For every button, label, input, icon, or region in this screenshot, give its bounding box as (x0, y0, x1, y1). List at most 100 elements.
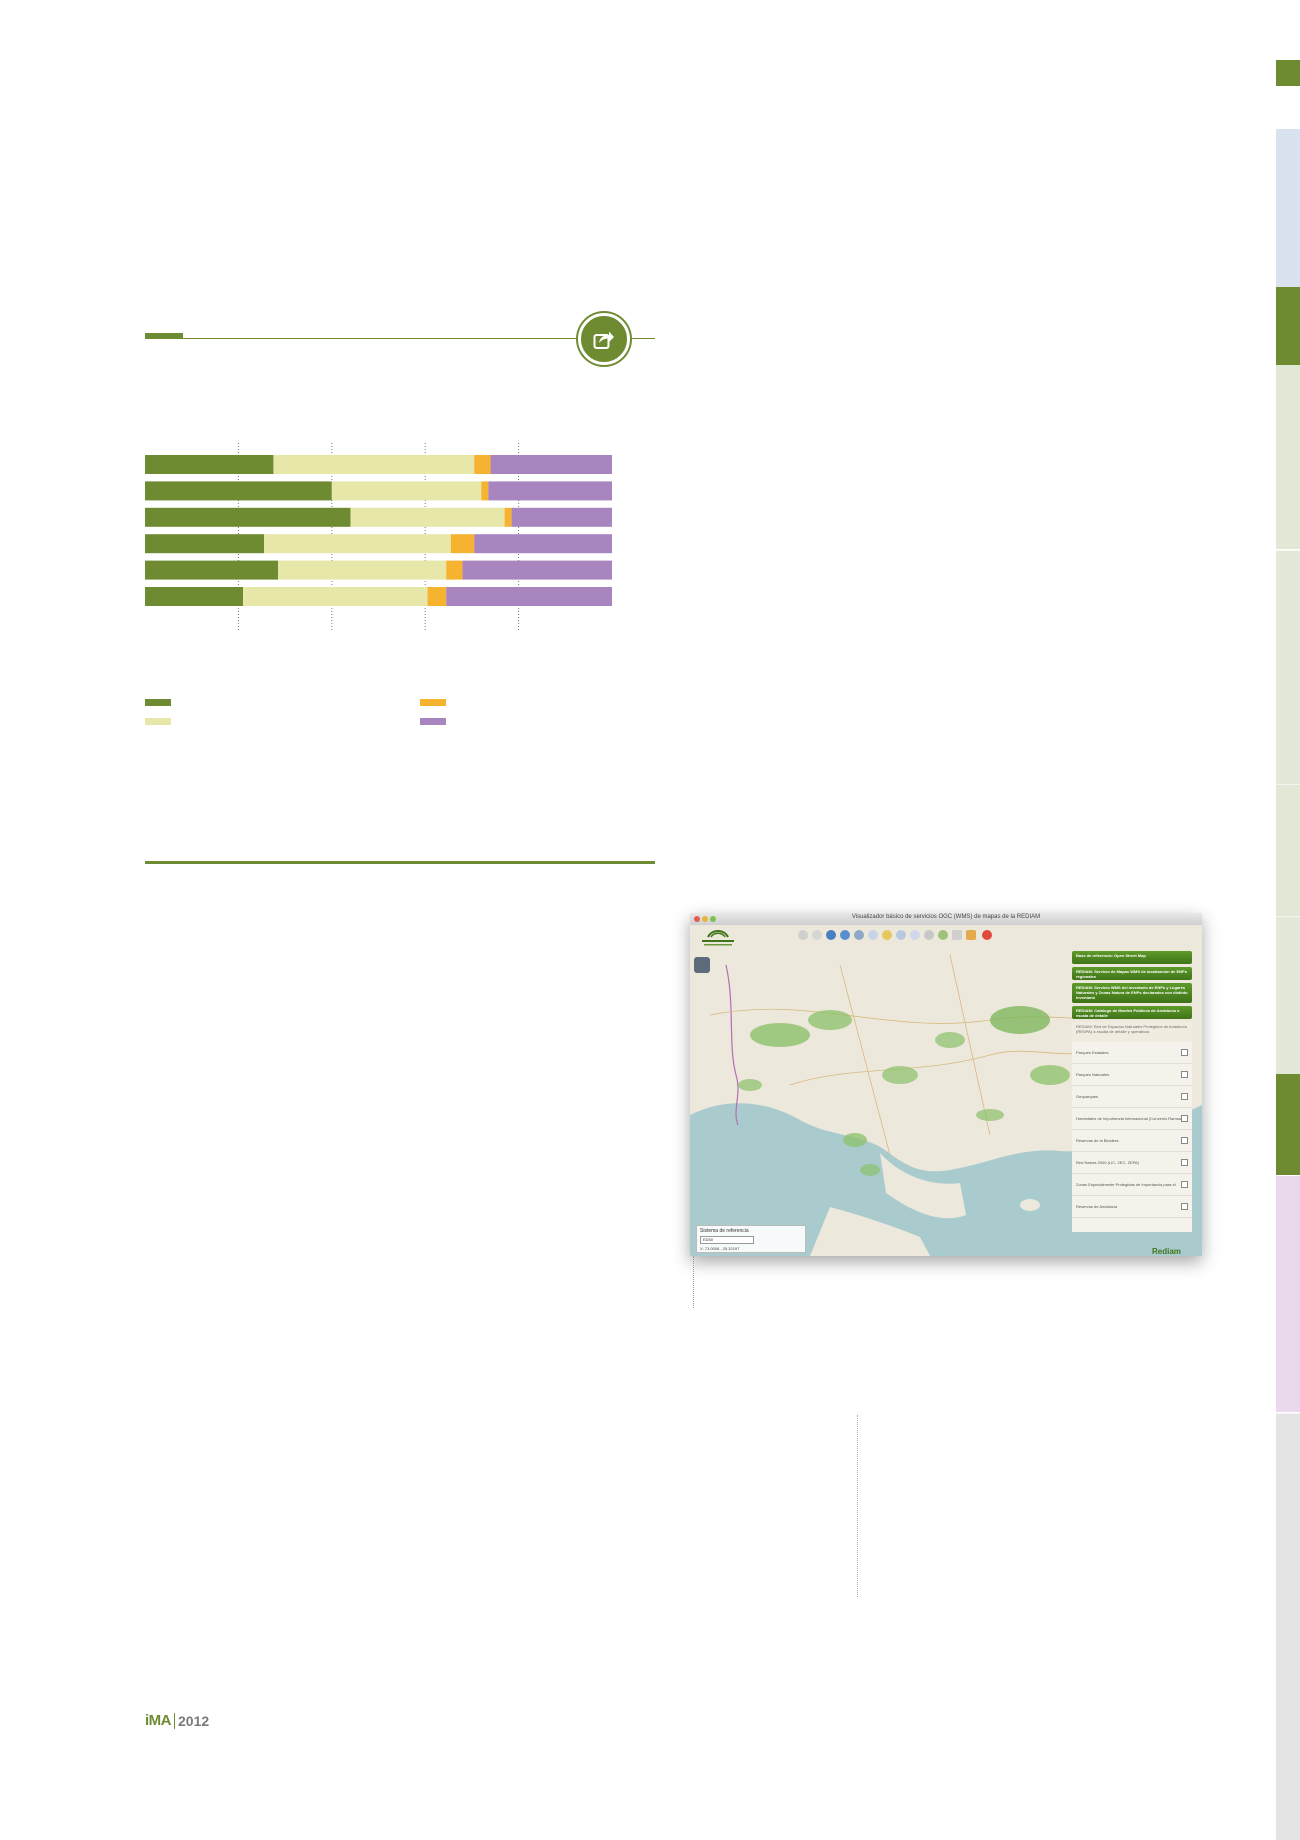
legend-item-1 (145, 699, 179, 706)
footer-ima: iMA (145, 1712, 172, 1729)
bar-row-1-segment-3 (474, 455, 491, 474)
window-title: Visualizador básico de servicios OGC (WM… (851, 914, 1041, 920)
layer-header-2[interactable]: REDIAM: Servicio de Mapas WMS de localiz… (1072, 967, 1192, 980)
index-tab-grey[interactable] (1276, 1413, 1300, 1840)
target-icon[interactable] (896, 930, 906, 940)
rediam-logo: Rediam (1152, 1247, 1181, 1256)
map-viewer-screenshot: Visualizador básico de servicios OGC (WM… (690, 913, 1202, 1256)
reference-select[interactable]: ED50 (700, 1236, 754, 1244)
reference-label: Sistema de referencia (700, 1228, 749, 1234)
bar-row-5-segment-1 (145, 560, 279, 580)
bar-row-1-segment-2 (273, 455, 475, 474)
footer-separator (174, 1712, 175, 1729)
bar-row-4-segment-1 (145, 534, 265, 554)
bar-row-1-segment-4 (490, 455, 612, 474)
layer-item[interactable]: Parques Naturales (1072, 1064, 1192, 1086)
bar-row-2-segment-3 (481, 481, 489, 501)
legend-swatch-2 (145, 718, 171, 725)
bar-row-3-segment-1 (145, 507, 351, 527)
layer-panel: Base de referencia: Open Street Map REDI… (1072, 951, 1192, 1232)
bar-row-3-segment-4 (511, 507, 612, 527)
layer-item[interactable]: Humedales de Importancia Internacional (… (1072, 1108, 1192, 1130)
share-button[interactable] (578, 313, 630, 365)
zoom-in-icon[interactable] (812, 930, 822, 940)
bar-row-6-segment-1 (145, 587, 244, 606)
layer-checkbox[interactable] (1181, 1181, 1188, 1188)
layer-item[interactable]: Zonas Especialmente Protegidas de Import… (1072, 1174, 1192, 1196)
layer-item[interactable]: Reservas de Andalucía (1072, 1196, 1192, 1218)
map-area[interactable]: Base de referencia: Open Street Map REDI… (690, 925, 1202, 1256)
bar-row-2-segment-4 (488, 481, 612, 501)
index-tab-sage-1[interactable] (1276, 365, 1300, 549)
layer-item[interactable]: Geoparques (1072, 1086, 1192, 1108)
share-arrow-icon (593, 331, 614, 349)
bar-row-5-segment-3 (446, 560, 463, 580)
close-map-icon[interactable] (982, 930, 992, 940)
bar-row-2-segment-2 (331, 481, 482, 501)
info-icon[interactable] (868, 930, 878, 940)
layer-checkbox[interactable] (1181, 1159, 1188, 1166)
ruler-icon[interactable] (882, 930, 892, 940)
legend-item-3 (420, 699, 454, 706)
bar-row-1-segment-1 (145, 455, 274, 474)
layer-checkbox[interactable] (1181, 1203, 1188, 1210)
bar-row-4-segment-4 (474, 534, 612, 554)
navigate-icon[interactable] (826, 930, 836, 940)
pan-icon[interactable] (798, 930, 808, 940)
layer-item[interactable]: Parques Estatales (1072, 1042, 1192, 1064)
layer-checkbox[interactable] (1181, 1049, 1188, 1056)
index-tab-sage-4[interactable] (1276, 916, 1300, 1074)
legend-swatch-3 (420, 699, 446, 706)
chart-header-marker (145, 333, 183, 339)
layer-checkbox[interactable] (1181, 1137, 1188, 1144)
bar-row-2-segment-1 (145, 481, 332, 501)
map-nav-icon[interactable] (694, 957, 710, 973)
legend-item-2 (145, 718, 179, 725)
layer-list: Parques Estatales Parques Naturales Geop… (1072, 1042, 1192, 1232)
index-tab-lilac[interactable] (1276, 1176, 1300, 1412)
bar-row-4-segment-3 (450, 534, 475, 554)
layer-item[interactable]: Reservas de la Biosfera (1072, 1130, 1192, 1152)
bar-row-3-segment-2 (350, 507, 505, 527)
bar-row-3-segment-3 (504, 507, 512, 527)
index-tab-green-active[interactable] (1276, 287, 1300, 365)
clock-icon[interactable] (924, 930, 934, 940)
footer-logo: iMA 2012 (145, 1712, 209, 1729)
legend-swatch-1 (145, 699, 171, 706)
caption-rule (693, 1256, 695, 1308)
bar-row-6-segment-2 (243, 587, 428, 606)
column-rule (857, 1415, 859, 1597)
coordinates-readout: X: 73.0006 , 25.32197 (700, 1246, 740, 1251)
bar-row-5-segment-2 (278, 560, 447, 580)
legend-swatch-4 (420, 718, 446, 725)
layer-item[interactable]: Red Natura 2000 (LIC, ZEC, ZEPA) (1072, 1152, 1192, 1174)
bar-row-6-segment-3 (427, 587, 447, 606)
layer-checkbox[interactable] (1181, 1115, 1188, 1122)
layer-subheader: REDIAM: Red de Espacios Naturales Proteg… (1072, 1022, 1192, 1042)
junta-andalucia-logo-icon (702, 930, 734, 946)
print-icon[interactable] (952, 930, 962, 940)
map-toolbar (798, 929, 978, 943)
layers-icon[interactable] (854, 930, 864, 940)
section-divider (145, 861, 655, 864)
index-tab-green-2[interactable] (1276, 1074, 1300, 1175)
download-icon[interactable] (938, 930, 948, 940)
junta-logo (698, 927, 738, 949)
layer-header-3[interactable]: REDIAM: Servicio WMS del Inventario de E… (1072, 983, 1192, 1003)
bar-row-4-segment-2 (264, 534, 451, 554)
stacked-bar-chart (145, 443, 612, 630)
legend-item-4 (420, 718, 454, 725)
folder-icon[interactable] (966, 930, 976, 940)
layer-checkbox[interactable] (1181, 1071, 1188, 1078)
layer-checkbox[interactable] (1181, 1093, 1188, 1100)
bar-row-6-segment-4 (446, 587, 612, 606)
layer-header-1[interactable]: Base de referencia: Open Street Map (1072, 951, 1192, 964)
index-tab-blue[interactable] (1276, 129, 1300, 287)
index-tab-sage-3[interactable] (1276, 784, 1300, 916)
index-tab-sage-2[interactable] (1276, 550, 1300, 784)
select-icon[interactable] (910, 930, 920, 940)
footer-year: 2012 (178, 1712, 210, 1729)
layer-header-4[interactable]: REDIAM: Catálogo de Montes Públicos de A… (1072, 1006, 1192, 1019)
index-tab-top[interactable] (1276, 60, 1300, 86)
globe-icon[interactable] (840, 930, 850, 940)
